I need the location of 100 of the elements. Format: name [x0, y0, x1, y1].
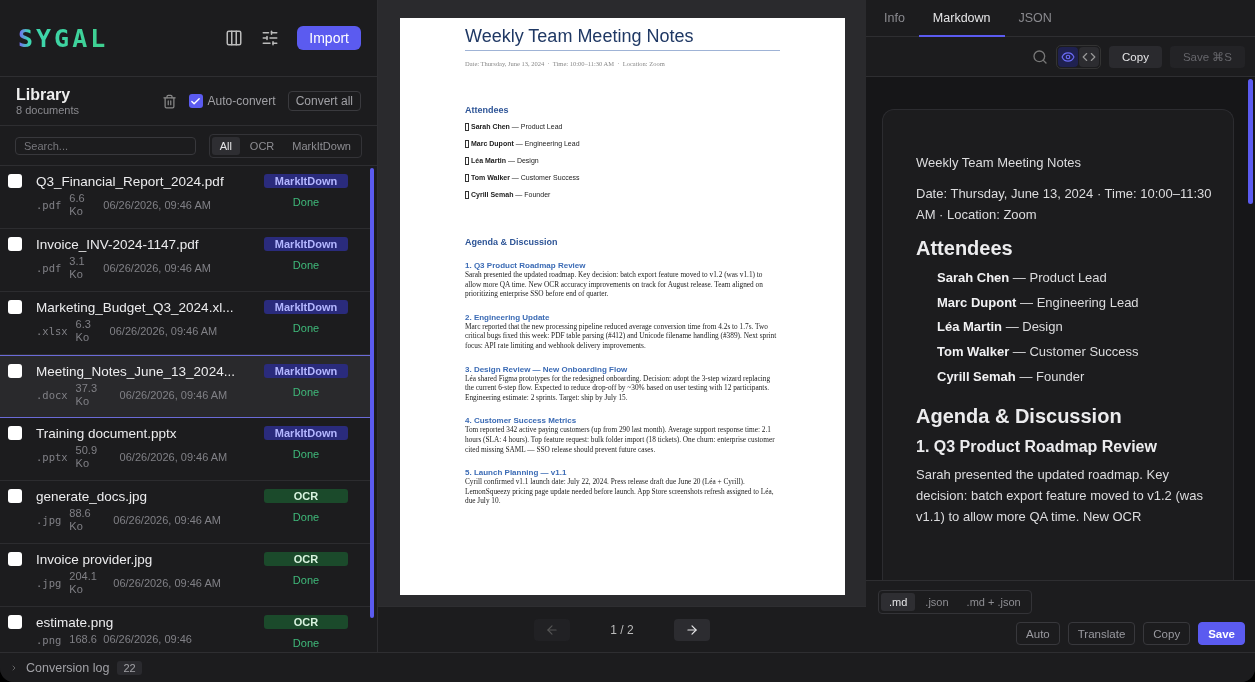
format-tab[interactable]: .md + .json — [958, 593, 1029, 611]
document-subheading: 5. Launch Planning — v1.1 — [465, 468, 568, 478]
markdown-subheading: 1. Q3 Product Roadmap Review — [916, 438, 1158, 457]
search-field[interactable]: Search... — [15, 136, 196, 155]
status-label: Done — [292, 511, 320, 523]
row-checkbox[interactable] — [8, 426, 22, 440]
file-size: 50.9 Ko — [75, 444, 99, 470]
row-checkbox[interactable] — [8, 552, 22, 566]
row-checkbox[interactable] — [8, 489, 22, 503]
file-date: 06/26/2026, 09:46 AM — [109, 324, 219, 338]
status-label: Done — [292, 386, 320, 398]
status-label: Done — [292, 322, 320, 334]
file-name: generate_docs.jpg — [36, 489, 149, 504]
bullet-icon — [465, 190, 469, 199]
file-name: Marketing_Budget_Q3_2024.xl... — [36, 300, 235, 315]
file-extension: .docx — [36, 389, 68, 401]
file-size: 3.1 Ko — [69, 255, 86, 281]
action-button[interactable]: Translate — [1067, 622, 1136, 645]
arrow-left-icon — [545, 622, 560, 637]
action-button[interactable]: Copy — [1143, 622, 1191, 645]
file-size: 88.6 Ko — [69, 507, 92, 533]
trash-icon[interactable] — [161, 93, 177, 109]
action-button[interactable]: Save — [1198, 622, 1245, 645]
row-checkbox[interactable] — [8, 237, 22, 251]
row-checkbox[interactable] — [8, 300, 22, 314]
document-subheading: 4. Customer Success Metrics — [465, 416, 578, 426]
document-subheading: 1. Q3 Product Roadmap Review — [465, 261, 587, 270]
document-count: 8 documents — [16, 104, 79, 116]
arrow-right-icon — [684, 622, 699, 637]
engine-tag: MarkItDown — [264, 300, 348, 314]
file-name: Training document.pptx — [36, 426, 178, 441]
tab[interactable]: Info — [870, 0, 919, 37]
import-button[interactable]: Import — [297, 26, 361, 50]
status-label: Done — [292, 637, 320, 649]
file-extension: .pptx — [36, 451, 68, 463]
file-extension: .png — [36, 633, 62, 646]
engine-tag: MarkItDown — [264, 364, 348, 378]
filter-tab[interactable]: All — [211, 136, 240, 155]
file-size: 6.3 Ko — [75, 318, 92, 344]
copy-button[interactable]: Copy — [1109, 45, 1162, 68]
file-name: Meeting_Notes_June_13_2024... — [36, 364, 236, 379]
engine-tag: MarkItDown — [264, 174, 348, 188]
markdown-heading: Agenda & Discussion — [916, 405, 1123, 429]
markdown-list-item: Tom Walker — Customer Success — [936, 344, 1140, 362]
document-subheading: 3. Design Review — New Onboarding Flow — [465, 364, 629, 374]
file-extension: .jpg — [36, 577, 62, 589]
auto-convert-label: Auto-convert — [207, 94, 276, 108]
bullet-icon — [465, 139, 469, 148]
document-heading: Attendees — [465, 105, 510, 115]
log-count: 22 — [117, 660, 142, 675]
document-heading: Agenda & Discussion — [465, 237, 559, 247]
source-toggle[interactable] — [1079, 46, 1100, 67]
columns-icon[interactable] — [225, 29, 244, 47]
bullet-icon — [465, 122, 469, 131]
action-button[interactable]: Auto — [1016, 622, 1060, 645]
file-size: 6.6 Ko — [69, 192, 86, 218]
document-subheading: 2. Engineering Update — [465, 312, 551, 322]
convert-all-button[interactable]: Convert all — [287, 91, 361, 111]
filter-tab[interactable]: MarkItDown — [284, 136, 359, 155]
engine-tag: MarkItDown — [264, 426, 348, 440]
file-date: 06/26/2026, 09:46 AM — [113, 513, 222, 527]
file-extension: .pdf — [36, 199, 62, 211]
next-page-button[interactable] — [673, 618, 710, 641]
file-date: 06/26/2026, 09:46 AM — [119, 388, 229, 402]
search-icon[interactable] — [1032, 48, 1049, 65]
engine-tag: MarkItDown — [264, 237, 348, 251]
engine-tag: OCR — [264, 552, 348, 566]
file-date: 06/26/2026, 09:46 AM — [103, 198, 212, 212]
file-extension: .pdf — [36, 262, 62, 274]
eye-icon — [1061, 49, 1076, 64]
file-name: Q3_Financial_Report_2024.pdf — [36, 174, 225, 189]
file-date: 06/26/2026, 09:46 — [103, 633, 193, 646]
file-name: Invoice_INV-2024-1147.pdf — [36, 237, 200, 252]
row-checkbox[interactable] — [8, 174, 22, 188]
markdown-paragraph: Sarah presented the updated roadmap. Key decision: batch export feature moved to v1.2 (was v1.1) to allow more QA time. New OCR — [916, 466, 1204, 527]
tab[interactable]: JSON — [1004, 0, 1066, 37]
file-date: 06/26/2026, 09:46 AM — [119, 450, 229, 464]
auto-convert-checkbox[interactable] — [188, 94, 203, 108]
engine-tag: OCR — [264, 489, 348, 503]
status-label: Done — [292, 259, 320, 271]
format-tab[interactable]: .md — [881, 593, 916, 611]
status-label: Done — [292, 196, 320, 208]
row-checkbox[interactable] — [8, 364, 22, 378]
file-size: 204.1 Ko — [69, 570, 98, 596]
document-title: Weekly Team Meeting Notes — [465, 26, 780, 51]
file-extension: .xlsx — [36, 325, 68, 337]
preview-toggle[interactable] — [1058, 46, 1079, 67]
file-extension: .jpg — [36, 514, 62, 526]
file-date: 06/26/2026, 09:46 AM — [113, 576, 222, 590]
conversion-log-toggle[interactable]: Conversion log — [26, 660, 110, 675]
sliders-icon[interactable] — [261, 29, 280, 47]
page-indicator: 1 / 2 — [610, 622, 634, 637]
status-label: Done — [292, 448, 320, 460]
caret-icon[interactable] — [10, 663, 18, 672]
bullet-icon — [465, 156, 469, 165]
filter-tab[interactable]: OCR — [241, 136, 283, 155]
tab[interactable]: Markdown — [918, 0, 1005, 37]
row-checkbox[interactable] — [8, 615, 22, 629]
file-name: estimate.png — [36, 615, 115, 630]
format-tab[interactable]: .json — [917, 593, 957, 611]
